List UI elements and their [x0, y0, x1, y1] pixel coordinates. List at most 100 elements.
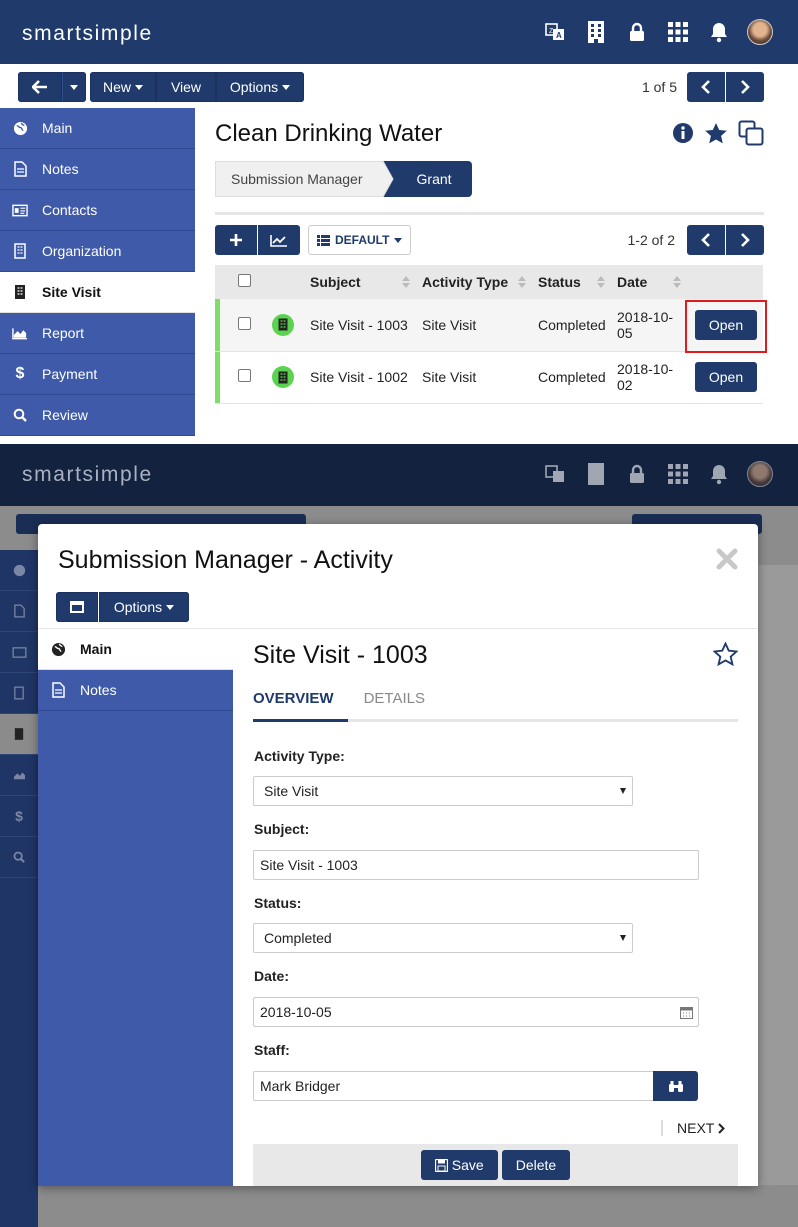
status-label: Status: [254, 895, 302, 911]
search-icon [12, 407, 28, 423]
date-input[interactable]: 2018-10-05 [253, 997, 699, 1027]
breadcrumb-separator-icon [382, 161, 395, 197]
id-card-icon [0, 632, 38, 673]
save-button[interactable]: Save [420, 1150, 498, 1180]
select-all-checkbox-cell [220, 265, 268, 299]
back-dropdown-button[interactable] [62, 72, 86, 102]
row-checkbox[interactable] [237, 369, 251, 382]
building-icon [272, 366, 294, 388]
staff-lookup-button[interactable] [653, 1071, 698, 1101]
document-icon [0, 591, 38, 632]
list-pager: 1-2 of 2 [628, 225, 764, 255]
title-actions [672, 120, 764, 146]
select-arrow-icon [620, 935, 626, 941]
next-button[interactable]: NEXT [661, 1120, 726, 1136]
pager-text: 1 of 5 [641, 79, 677, 95]
column-header-subject[interactable]: Subject [306, 265, 418, 299]
date-label: Date: [254, 968, 290, 984]
subject-input[interactable]: Site Visit - 1003 [253, 850, 699, 880]
caret-down-icon [166, 604, 175, 610]
next-record-button[interactable] [726, 72, 764, 102]
sort-icon [402, 276, 410, 288]
sort-icon [673, 276, 681, 288]
status-select[interactable]: Completed [253, 923, 633, 953]
dimmed-sidebar: $ [0, 550, 38, 1227]
caret-down-icon [135, 84, 143, 90]
cell-activity-type: Site Visit [418, 351, 534, 404]
building-icon [12, 243, 28, 259]
list-icon [317, 234, 330, 246]
sidebar-item-contacts[interactable]: Contacts [0, 190, 195, 231]
modal-options-button[interactable]: Options [99, 592, 189, 622]
activity-type-label: Activity Type: [254, 748, 345, 764]
open-button[interactable]: Open [695, 362, 757, 392]
user-avatar[interactable] [739, 17, 780, 47]
cell-date: 2018-10-02 [613, 351, 689, 404]
star-icon[interactable] [704, 122, 728, 145]
column-header-activity-type[interactable]: Activity Type [418, 265, 534, 299]
plus-icon [230, 234, 242, 246]
sidebar-nav: Main Notes Contacts Organization Site Vi… [0, 108, 195, 436]
star-outline-icon[interactable] [713, 642, 738, 666]
activity-table: Subject Activity Type Status Date Site V… [215, 265, 763, 404]
view-selector[interactable]: DEFAULT [308, 225, 412, 255]
column-header-status[interactable]: Status [534, 265, 613, 299]
floppy-disk-icon [434, 1158, 448, 1172]
chart-button[interactable] [258, 225, 300, 255]
document-icon [50, 682, 66, 698]
table-row: Site Visit - 1003 Site Visit Completed 2… [215, 299, 763, 352]
binoculars-icon [668, 1080, 683, 1092]
building-icon[interactable] [575, 17, 616, 47]
copy-icon[interactable] [738, 120, 764, 146]
breadcrumb: Submission Manager Grant [215, 161, 472, 197]
area-chart-icon [0, 755, 38, 796]
building-icon [0, 673, 38, 714]
translate-icon[interactable]: ZA [534, 17, 575, 47]
cell-activity-type: Site Visit [418, 299, 534, 352]
delete-button[interactable]: Delete [501, 1150, 571, 1180]
chevron-right-icon [718, 1122, 726, 1134]
select-all-checkbox[interactable] [237, 274, 251, 287]
app-logo[interactable]: smartsimple [22, 22, 153, 46]
view-button[interactable]: View [156, 72, 216, 102]
back-button[interactable] [18, 72, 62, 102]
lock-icon[interactable] [616, 17, 657, 47]
previous-page-button[interactable] [687, 225, 725, 255]
highlight-box [685, 300, 767, 353]
window-button[interactable] [56, 592, 98, 622]
sidebar-item-report[interactable]: Report [0, 313, 195, 354]
breadcrumb-grant[interactable]: Grant [394, 161, 472, 197]
apps-grid-icon[interactable] [657, 17, 698, 47]
sidebar-item-review[interactable]: Review [0, 395, 195, 436]
staff-label: Staff: [254, 1042, 290, 1058]
sidebar-item-organization[interactable]: Organization [0, 231, 195, 272]
sidebar-item-notes[interactable]: Notes [0, 149, 195, 190]
close-icon[interactable] [716, 548, 738, 570]
caret-down-icon [70, 84, 78, 90]
tab-details[interactable]: DETAILS [364, 690, 425, 722]
options-button[interactable]: Options [216, 72, 304, 102]
previous-record-button[interactable] [687, 72, 725, 102]
sidebar-item-main[interactable]: Main [0, 108, 195, 149]
modal-sidebar-item-main[interactable]: Main [38, 629, 233, 670]
next-page-button[interactable] [726, 225, 764, 255]
bell-icon[interactable] [698, 17, 739, 47]
breadcrumb-submission-manager[interactable]: Submission Manager [215, 161, 383, 197]
record-title: Site Visit - 1003 [253, 641, 428, 669]
calendar-icon[interactable] [680, 1006, 693, 1019]
row-checkbox[interactable] [237, 316, 251, 330]
building-icon [575, 459, 616, 489]
sidebar-item-site-visit[interactable]: Site Visit [0, 272, 195, 313]
modal-sidebar-item-notes[interactable]: Notes [38, 670, 233, 711]
activity-type-select[interactable]: Site Visit [253, 776, 633, 806]
info-icon[interactable] [672, 122, 694, 144]
table-row: Site Visit - 1002 Site Visit Completed 2… [215, 351, 763, 404]
new-button[interactable]: New [90, 72, 156, 102]
staff-input[interactable]: Mark Bridger [253, 1071, 654, 1101]
sort-icon [518, 276, 526, 288]
column-header-date[interactable]: Date [613, 265, 689, 299]
add-activity-button[interactable] [215, 225, 257, 255]
sidebar-item-payment[interactable]: $ Payment [0, 354, 195, 395]
list-pager-text: 1-2 of 2 [627, 232, 675, 248]
tab-overview[interactable]: OVERVIEW [253, 690, 348, 722]
